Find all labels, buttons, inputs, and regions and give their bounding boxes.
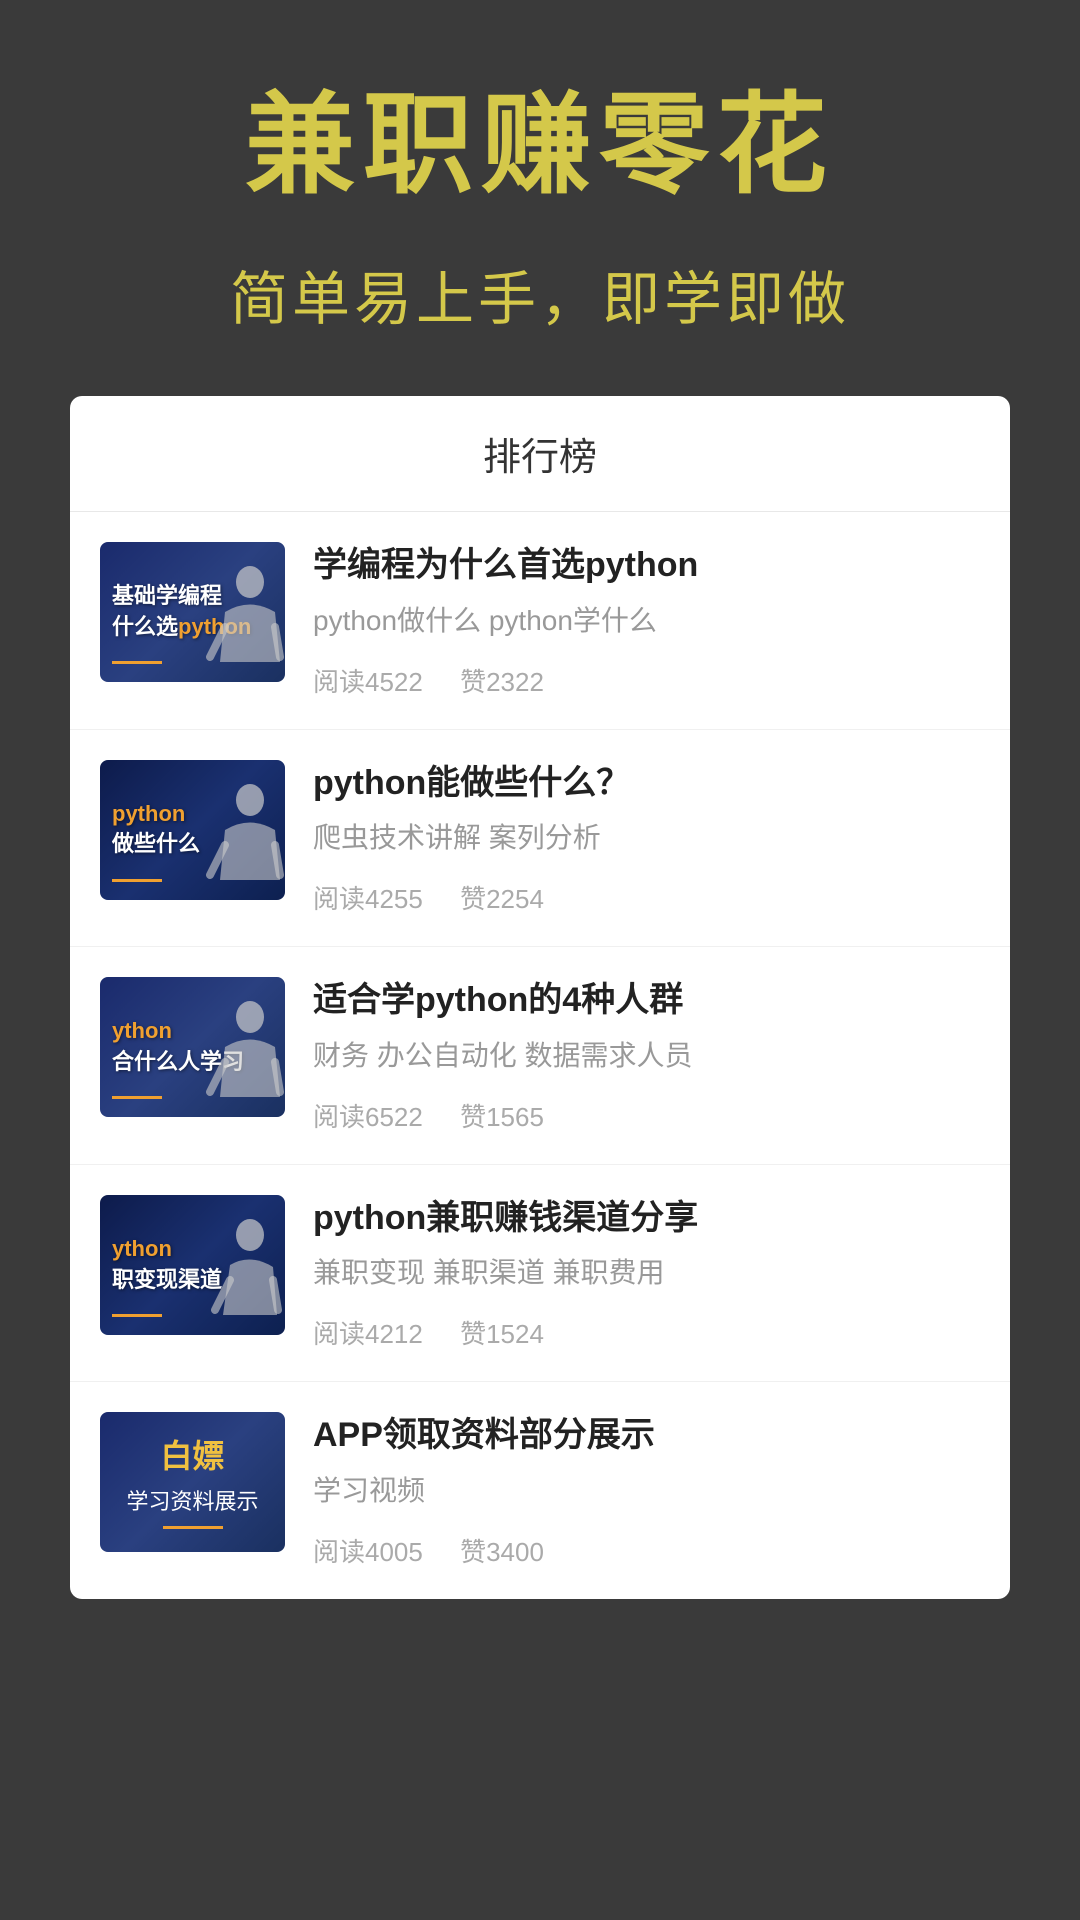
- figure-icon-3: [195, 997, 285, 1117]
- item-stats-1: 阅读4522 赞2322: [313, 662, 980, 699]
- item-title-1: 学编程为什么首选python: [313, 542, 980, 590]
- hero-subtitle: 简单易上手，即学即做: [40, 252, 1040, 336]
- ranking-list: 基础学编程 什么选python 学编程为什么首选python python做什么…: [70, 512, 1010, 1599]
- item-likes-3: 赞1565: [460, 1102, 544, 1132]
- item-content-1: 学编程为什么首选python python做什么 python学什么 阅读452…: [313, 542, 980, 699]
- list-item[interactable]: 白嫖 学习资料展示 APP领取资料部分展示 学习视频 阅读4005 赞3400: [70, 1382, 1010, 1599]
- item-tags-1: python做什么 python学什么: [313, 600, 980, 642]
- item-content-5: APP领取资料部分展示 学习视频 阅读4005 赞3400: [313, 1412, 980, 1569]
- item-reads-2: 阅读4255: [313, 884, 423, 914]
- item-reads-5: 阅读4005: [313, 1537, 423, 1567]
- item-thumbnail-3: ython 合什么人学习: [100, 977, 285, 1117]
- figure-icon-4: [195, 1215, 285, 1335]
- item-thumbnail-2: python 做些什么: [100, 760, 285, 900]
- ranking-header: 排行榜: [70, 396, 1010, 512]
- list-item[interactable]: python 做些什么 python能做些什么？ 爬虫技术讲解 案列分析 阅读4…: [70, 730, 1010, 948]
- thumb-line1-2: python: [112, 799, 200, 830]
- figure-icon-1: [195, 562, 285, 682]
- item-reads-1: 阅读4522: [313, 667, 423, 697]
- item-title-4: python兼职赚钱渠道分享: [313, 1195, 980, 1243]
- item-stats-2: 阅读4255 赞2254: [313, 879, 980, 916]
- hero-section: 兼职赚零花 简单易上手，即学即做: [0, 0, 1080, 396]
- item-likes-1: 赞2322: [460, 667, 544, 697]
- hero-title: 兼职赚零花: [40, 80, 1040, 212]
- item-content-3: 适合学python的4种人群 财务 办公自动化 数据需求人员 阅读6522 赞1…: [313, 977, 980, 1134]
- item-title-2: python能做些什么？: [313, 760, 980, 808]
- item-reads-4: 阅读4212: [313, 1319, 423, 1349]
- item-tags-2: 爬虫技术讲解 案列分析: [313, 817, 980, 859]
- item-stats-3: 阅读6522 赞1565: [313, 1097, 980, 1134]
- item-thumbnail-1: 基础学编程 什么选python: [100, 542, 285, 682]
- figure-icon-2: [195, 780, 285, 900]
- list-item[interactable]: ython 合什么人学习 适合学python的4种人群 财务 办公自动化 数据需…: [70, 947, 1010, 1165]
- item-stats-4: 阅读4212 赞1524: [313, 1314, 980, 1351]
- item-likes-5: 赞3400: [460, 1537, 544, 1567]
- list-item[interactable]: 基础学编程 什么选python 学编程为什么首选python python做什么…: [70, 512, 1010, 730]
- item-tags-5: 学习视频: [313, 1470, 980, 1512]
- thumb-sub-5: 学习资料展示: [126, 1484, 258, 1516]
- item-tags-4: 兼职变现 兼职渠道 兼职费用: [313, 1252, 980, 1294]
- item-likes-4: 赞1524: [460, 1319, 544, 1349]
- list-item[interactable]: ython 职变现渠道 python兼职赚钱渠道分享 兼职变现 兼职渠道 兼职费…: [70, 1165, 1010, 1383]
- item-stats-5: 阅读4005 赞3400: [313, 1532, 980, 1569]
- item-title-3: 适合学python的4种人群: [313, 977, 980, 1025]
- item-content-4: python兼职赚钱渠道分享 兼职变现 兼职渠道 兼职费用 阅读4212 赞15…: [313, 1195, 980, 1352]
- ranking-card: 排行榜 基础学编程 什么选python 学编程为什么首选python pytho: [70, 396, 1010, 1599]
- item-thumbnail-5: 白嫖 学习资料展示: [100, 1412, 285, 1552]
- item-content-2: python能做些什么？ 爬虫技术讲解 案列分析 阅读4255 赞2254: [313, 760, 980, 917]
- item-reads-3: 阅读6522: [313, 1102, 423, 1132]
- thumb-line2-2: 做些什么: [112, 830, 200, 861]
- item-title-5: APP领取资料部分展示: [313, 1412, 980, 1460]
- item-thumbnail-4: ython 职变现渠道: [100, 1195, 285, 1335]
- thumb-big-5: 白嫖: [160, 1436, 224, 1478]
- item-likes-2: 赞2254: [460, 884, 544, 914]
- item-tags-3: 财务 办公自动化 数据需求人员: [313, 1035, 980, 1077]
